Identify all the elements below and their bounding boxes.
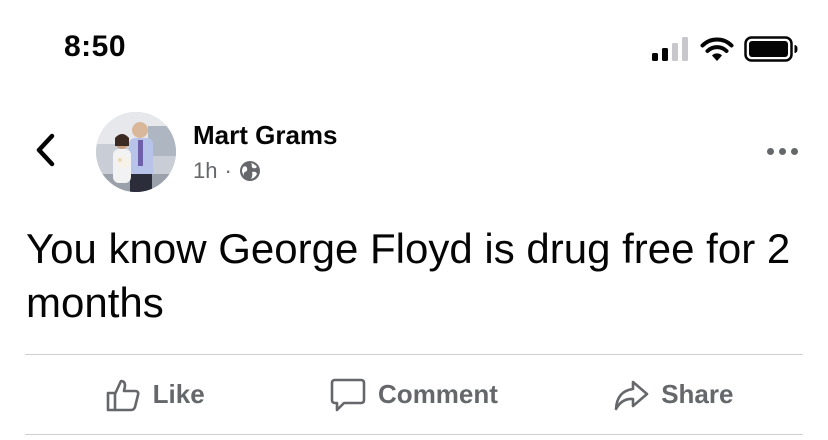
cellular-signal-icon: [652, 37, 688, 61]
share-arrow-icon: [614, 380, 649, 410]
like-label: Like: [152, 379, 205, 409]
share-label: Share: [661, 379, 734, 409]
comment-icon: [330, 378, 366, 411]
action-bar: Like Comment Share: [25, 355, 803, 434]
share-button[interactable]: Share: [544, 355, 803, 434]
profile-photo: [96, 112, 176, 192]
battery-icon: [744, 36, 798, 62]
more-dot-icon: [767, 148, 774, 155]
wifi-icon: [700, 37, 734, 61]
status-time: 8:50: [64, 30, 127, 63]
divider: [25, 434, 803, 435]
comment-label: Comment: [378, 379, 498, 409]
post-meta: 1h ·: [193, 158, 261, 184]
back-button[interactable]: [30, 130, 60, 170]
post-text: You know George Floyd is drug free for 2…: [26, 225, 791, 326]
meta-separator: ·: [224, 158, 232, 183]
more-options-button[interactable]: [767, 142, 798, 161]
status-icons: [652, 36, 798, 62]
post-header: Mart Grams 1h ·: [0, 108, 828, 198]
like-button[interactable]: Like: [25, 355, 284, 434]
avatar[interactable]: [96, 112, 176, 192]
more-dot-icon: [779, 148, 786, 155]
more-dot-icon: [791, 148, 798, 155]
comment-button[interactable]: Comment: [284, 355, 543, 434]
chevron-left-icon: [36, 133, 55, 167]
author-name[interactable]: Mart Grams: [193, 120, 338, 151]
thumbs-up-icon: [106, 379, 140, 411]
status-bar: 8:50: [0, 0, 828, 96]
globe-icon: [239, 161, 260, 181]
post-timestamp[interactable]: 1h: [193, 158, 217, 184]
